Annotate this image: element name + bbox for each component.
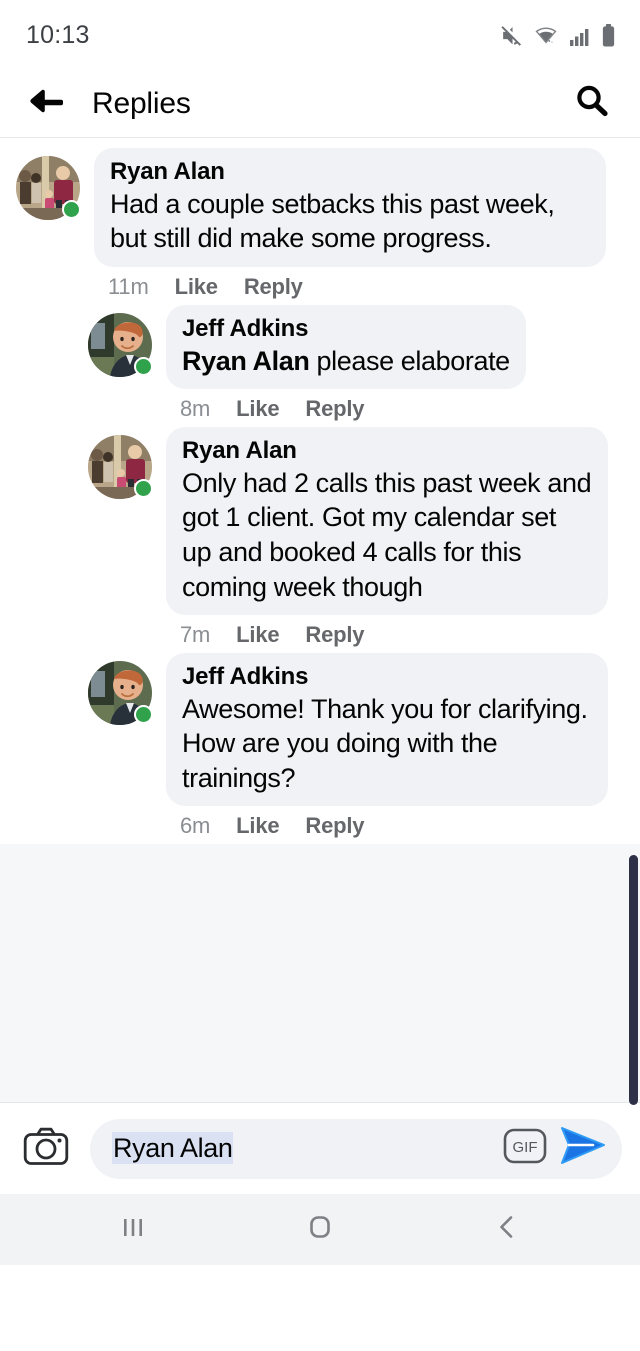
- avatar[interactable]: [88, 435, 153, 500]
- recents-button[interactable]: [88, 1194, 178, 1265]
- comment-author: Jeff Adkins: [182, 314, 309, 342]
- send-button[interactable]: [556, 1122, 610, 1176]
- signal-icon: [568, 24, 592, 48]
- reply-button[interactable]: Reply: [305, 813, 364, 839]
- comment-text-body: please elaborate: [309, 345, 511, 376]
- status-clock: 10:13: [26, 20, 90, 49]
- mention-chip[interactable]: Ryan Alan: [112, 1132, 234, 1165]
- gif-icon: GIF: [503, 1128, 547, 1169]
- comment-timestamp: 8m: [180, 396, 211, 422]
- home-button[interactable]: [275, 1194, 365, 1265]
- avatar[interactable]: [88, 661, 153, 726]
- status-bar: 10:13: [0, 0, 640, 70]
- battery-icon: [601, 23, 616, 48]
- replies-thread: Ryan Alan Had a couple setbacks this pas…: [0, 138, 640, 840]
- avatar[interactable]: [16, 156, 81, 220]
- comment-bubble[interactable]: Ryan Alan Only had 2 calls this past wee…: [166, 427, 608, 616]
- reply-button[interactable]: Reply: [244, 274, 303, 300]
- nav-back-icon: [490, 1210, 524, 1249]
- search-button[interactable]: [568, 80, 616, 128]
- page-title: Replies: [92, 86, 191, 120]
- comment-item: Ryan Alan Only had 2 calls this past wee…: [0, 427, 640, 648]
- app-header: Replies: [0, 70, 640, 138]
- comment-bubble[interactable]: Ryan Alan Had a couple setbacks this pas…: [94, 148, 606, 267]
- like-button[interactable]: Like: [236, 622, 279, 648]
- comment-text: Ryan Alan please elaborate: [182, 344, 510, 379]
- send-icon: [558, 1123, 608, 1174]
- comment-text: Had a couple setbacks this past week, bu…: [110, 188, 562, 254]
- empty-scroll-area: [0, 844, 640, 1103]
- system-nav-bar: [0, 1194, 640, 1266]
- camera-icon: [23, 1126, 69, 1171]
- comment-item: Jeff Adkins Ryan Alan please elaborate 8…: [0, 304, 640, 422]
- online-status-dot: [134, 705, 153, 725]
- comment-actions: 11m Like Reply: [94, 267, 606, 300]
- comment-bubble[interactable]: Jeff Adkins Ryan Alan please elaborate: [166, 304, 526, 390]
- comment-bubble[interactable]: Jeff Adkins Awesome! Thank you for clari…: [166, 653, 608, 807]
- comment-actions: 7m Like Reply: [166, 615, 608, 648]
- reply-input[interactable]: Ryan Alan GIF: [90, 1118, 622, 1179]
- comment-actions: 6m Like Reply: [166, 806, 608, 839]
- comment-item: Ryan Alan Had a couple setbacks this pas…: [0, 148, 640, 300]
- comment-timestamp: 7m: [180, 622, 211, 648]
- comment-timestamp: 6m: [180, 813, 211, 839]
- comment-text: Awesome! Thank you for clarifying. How a…: [182, 693, 595, 793]
- back-arrow-icon: [28, 86, 64, 121]
- comment-actions: 8m Like Reply: [166, 389, 526, 422]
- comment-author: Ryan Alan: [110, 158, 225, 185]
- scrollbar-thumb[interactable]: [629, 855, 638, 1105]
- reply-button[interactable]: Reply: [305, 622, 364, 648]
- camera-button[interactable]: [20, 1123, 72, 1175]
- comment-author: Ryan Alan: [182, 437, 297, 465]
- svg-text:GIF: GIF: [513, 1139, 538, 1156]
- reply-button[interactable]: Reply: [305, 396, 364, 422]
- comment-timestamp: 11m: [108, 273, 149, 299]
- gif-button[interactable]: GIF: [502, 1126, 548, 1172]
- avatar[interactable]: [88, 312, 153, 377]
- wifi-icon: [533, 24, 559, 48]
- recents-icon: [116, 1210, 150, 1249]
- reply-composer: Ryan Alan GIF: [0, 1102, 640, 1195]
- nav-back-button[interactable]: [462, 1194, 552, 1265]
- comment-item: Jeff Adkins Awesome! Thank you for clari…: [0, 653, 640, 839]
- like-button[interactable]: Like: [236, 396, 279, 422]
- mute-icon: [499, 23, 524, 48]
- comment-author: Jeff Adkins: [182, 663, 309, 691]
- reply-input-text[interactable]: Ryan Alan: [112, 1132, 502, 1165]
- search-icon: [572, 81, 612, 126]
- back-button[interactable]: [22, 80, 70, 128]
- online-status-dot: [62, 200, 81, 219]
- mention-tag[interactable]: Ryan Alan: [182, 346, 310, 376]
- like-button[interactable]: Like: [175, 274, 218, 300]
- like-button[interactable]: Like: [236, 813, 279, 839]
- home-icon: [303, 1210, 337, 1249]
- status-icons: [499, 22, 616, 48]
- online-status-dot: [134, 356, 153, 376]
- comment-text: Only had 2 calls this past week and got …: [182, 467, 599, 602]
- online-status-dot: [134, 479, 153, 499]
